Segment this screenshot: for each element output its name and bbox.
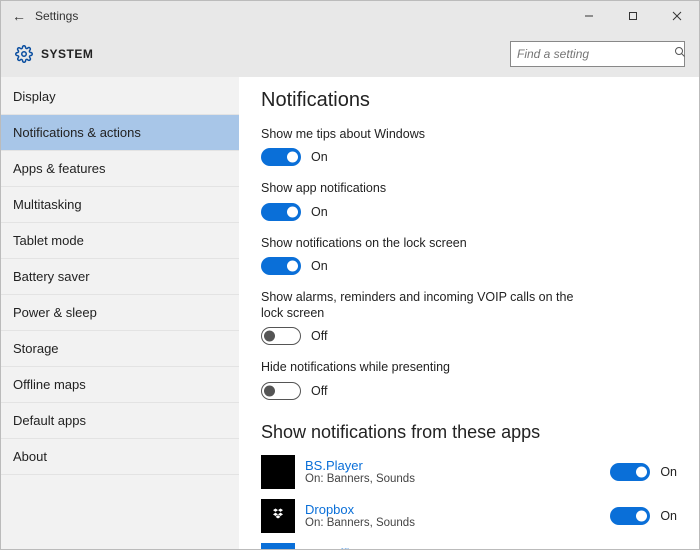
sidebar-item-label: Offline maps bbox=[13, 377, 86, 392]
window-title: Settings bbox=[35, 9, 78, 23]
sidebar-item-label: Notifications & actions bbox=[13, 125, 141, 140]
titlebar: ← Settings bbox=[1, 1, 699, 31]
app-name-link[interactable]: Get Office bbox=[305, 546, 610, 549]
toggle-setting-2[interactable] bbox=[261, 257, 301, 275]
sidebar-item-notifications-actions[interactable]: Notifications & actions bbox=[1, 115, 239, 151]
sidebar-item-power-sleep[interactable]: Power & sleep bbox=[1, 295, 239, 331]
toggle-state-label: On bbox=[311, 205, 328, 219]
setting-label: Hide notifications while presenting bbox=[261, 359, 581, 375]
app-name-link[interactable]: Dropbox bbox=[305, 502, 610, 517]
toggle-app-1[interactable] bbox=[610, 507, 650, 525]
back-button[interactable]: ← bbox=[9, 8, 29, 24]
dropbox-icon bbox=[261, 499, 295, 533]
sidebar-item-label: Tablet mode bbox=[13, 233, 84, 248]
body: Display Notifications & actions Apps & fea… bbox=[1, 77, 699, 549]
sidebar-item-label: Multitasking bbox=[13, 197, 82, 212]
sidebar-item-label: Battery saver bbox=[13, 269, 90, 284]
sidebar-item-label: Apps & features bbox=[13, 161, 106, 176]
maximize-button[interactable] bbox=[611, 1, 655, 31]
app-subtext: On: Banners, Sounds bbox=[305, 517, 610, 529]
setting-row: Show alarms, reminders and incoming VOIP… bbox=[261, 289, 677, 346]
sidebar-item-label: Default apps bbox=[13, 413, 86, 428]
search-icon bbox=[674, 45, 686, 63]
toggle-setting-1[interactable] bbox=[261, 203, 301, 221]
search-input[interactable] bbox=[517, 47, 674, 61]
header: SYSTEM bbox=[1, 31, 699, 77]
gear-icon bbox=[15, 45, 33, 63]
setting-label: Show app notifications bbox=[261, 180, 581, 196]
app-subtext: On: Banners, Sounds bbox=[305, 473, 610, 485]
setting-row: Show me tips about Windows On bbox=[261, 126, 677, 166]
sidebar-item-multitasking[interactable]: Multitasking bbox=[1, 187, 239, 223]
minimize-button[interactable] bbox=[567, 1, 611, 31]
section-title: SYSTEM bbox=[41, 47, 93, 61]
bsplayer-icon bbox=[261, 455, 295, 489]
app-row: BS.PlayerOn: Banners, Sounds On bbox=[261, 455, 677, 489]
sidebar: Display Notifications & actions Apps & fea… bbox=[1, 77, 239, 549]
search-box[interactable] bbox=[510, 41, 685, 67]
toggle-app-0[interactable] bbox=[610, 463, 650, 481]
toggle-state-label: On bbox=[660, 465, 677, 479]
setting-row: Show app notifications On bbox=[261, 180, 677, 220]
setting-label: Show alarms, reminders and incoming VOIP… bbox=[261, 289, 581, 322]
sidebar-item-offline-maps[interactable]: Offline maps bbox=[1, 367, 239, 403]
app-name-link[interactable]: BS.Player bbox=[305, 458, 610, 473]
setting-label: Show notifications on the lock screen bbox=[261, 235, 581, 251]
toggle-state-label: On bbox=[660, 509, 677, 523]
toggle-setting-4[interactable] bbox=[261, 382, 301, 400]
apps-heading: Show notifications from these apps bbox=[261, 422, 677, 443]
sidebar-item-battery-saver[interactable]: Battery saver bbox=[1, 259, 239, 295]
toggle-state-label: Off bbox=[311, 329, 327, 343]
app-row: DropboxOn: Banners, Sounds On bbox=[261, 499, 677, 533]
sidebar-item-display[interactable]: Display bbox=[1, 79, 239, 115]
sidebar-item-label: About bbox=[13, 449, 47, 464]
sidebar-item-about[interactable]: About bbox=[1, 439, 239, 475]
app-row: Get OfficeOn: Banners, SoundsOn bbox=[261, 543, 677, 550]
page-heading: Notifications bbox=[261, 89, 677, 112]
setting-row: Show notifications on the lock screen On bbox=[261, 235, 677, 275]
window-controls bbox=[567, 1, 699, 31]
close-button[interactable] bbox=[655, 1, 699, 31]
toggle-state-label: On bbox=[311, 259, 328, 273]
sidebar-item-label: Power & sleep bbox=[13, 305, 97, 320]
sidebar-item-tablet-mode[interactable]: Tablet mode bbox=[1, 223, 239, 259]
setting-label: Show me tips about Windows bbox=[261, 126, 581, 142]
toggle-setting-3[interactable] bbox=[261, 327, 301, 345]
sidebar-item-apps-features[interactable]: Apps & features bbox=[1, 151, 239, 187]
toggle-state-label: Off bbox=[311, 384, 327, 398]
sidebar-item-default-apps[interactable]: Default apps bbox=[1, 403, 239, 439]
sidebar-item-label: Display bbox=[13, 89, 56, 104]
content[interactable]: Notifications Show me tips about Windows… bbox=[239, 77, 699, 549]
setting-row: Hide notifications while presenting Off bbox=[261, 359, 677, 399]
settings-window: ← Settings SYSTEM Display Notifications &… bbox=[0, 0, 700, 550]
sidebar-item-label: Storage bbox=[13, 341, 59, 356]
office-icon bbox=[261, 543, 295, 550]
toggle-setting-0[interactable] bbox=[261, 148, 301, 166]
sidebar-item-storage[interactable]: Storage bbox=[1, 331, 239, 367]
toggle-state-label: On bbox=[311, 150, 328, 164]
